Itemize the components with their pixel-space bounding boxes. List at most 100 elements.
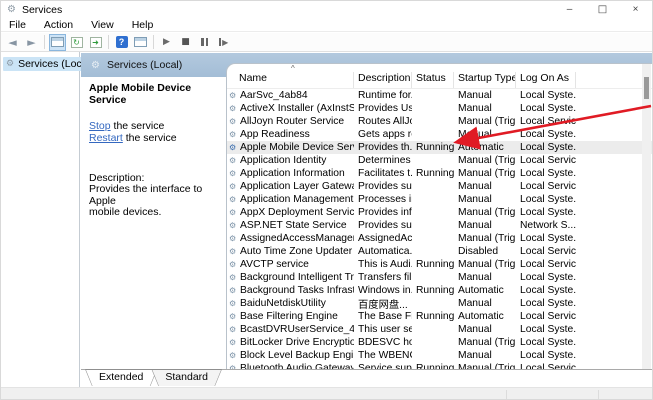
service-gear-icon: ⚙	[227, 351, 240, 360]
service-gear-icon: ⚙	[227, 117, 240, 126]
service-log-on-as: Local Syste...	[516, 194, 576, 205]
service-startup-type: Disabled	[454, 246, 516, 257]
table-row[interactable]: ⚙ ActiveX Installer (AxInstSV) Provides …	[227, 102, 653, 115]
column-header-status[interactable]: Status	[412, 72, 454, 88]
stop-service-text: the service	[111, 120, 165, 132]
table-row[interactable]: ⚙ AssignedAccessManager Se... AssignedAc…	[227, 232, 653, 245]
show-console-tree-button[interactable]	[49, 34, 66, 51]
refresh-button[interactable]: ↻	[68, 34, 85, 51]
table-row[interactable]: ⚙ Background Tasks Infrastruc... Windows…	[227, 284, 653, 297]
window-controls: – □ ×	[553, 1, 652, 18]
table-row[interactable]: ⚙ BaiduNetdiskUtility 百度网盘... Manual Loc…	[227, 297, 653, 310]
description-line: Provides the interface to Apple	[89, 184, 218, 207]
column-header-startup-type[interactable]: Startup Type	[454, 72, 516, 88]
service-name: AppX Deployment Service (...	[240, 207, 354, 218]
title-bar: ⚙ Services – □ ×	[1, 1, 652, 18]
show-action-pane-button[interactable]	[132, 34, 149, 51]
table-row[interactable]: ⚙ Base Filtering Engine The Base Fil... …	[227, 310, 653, 323]
status-separator	[506, 390, 507, 400]
restart-service-button[interactable]: ▶	[215, 34, 232, 51]
column-header-name[interactable]: Name	[227, 72, 354, 88]
table-row[interactable]: ⚙ AppX Deployment Service (... Provides …	[227, 206, 653, 219]
service-log-on-as: Local Syste...	[516, 129, 576, 140]
service-status: Running	[412, 168, 454, 179]
service-gear-icon: ⚙	[227, 273, 240, 282]
tab-standard-label: Standard	[151, 369, 222, 383]
scrollbar-thumb[interactable]	[644, 77, 649, 99]
table-row[interactable]: ⚙ Application Layer Gateway ... Provides…	[227, 180, 653, 193]
service-log-on-as: Network S...	[516, 220, 576, 231]
tab-extended[interactable]: Extended	[85, 369, 157, 386]
tab-standard[interactable]: Standard	[151, 369, 222, 386]
export-list-button[interactable]: ➜	[87, 34, 104, 51]
service-log-on-as: Local Service	[516, 259, 576, 270]
service-log-on-as: Local Syste...	[516, 142, 576, 153]
menu-help[interactable]: Help	[123, 19, 163, 31]
close-button[interactable]: ×	[619, 1, 652, 18]
stop-service-button[interactable]: ■	[177, 34, 194, 51]
service-description: The WBENG...	[354, 350, 412, 361]
table-row[interactable]: ⚙ Background Intelligent Tran... Transfe…	[227, 271, 653, 284]
stop-service-link[interactable]: Stop	[89, 120, 111, 132]
service-startup-type: Automatic	[454, 285, 516, 296]
table-row[interactable]: ⚙ App Readiness Gets apps re... Manual L…	[227, 128, 653, 141]
service-description: Processes in...	[354, 194, 412, 205]
service-description: Provides inf...	[354, 207, 412, 218]
stop-icon: ■	[181, 37, 190, 47]
menu-file[interactable]: File	[1, 19, 35, 31]
service-log-on-as: Local Syste...	[516, 233, 576, 244]
service-description: Provides Us...	[354, 103, 412, 114]
service-startup-type: Manual	[454, 272, 516, 283]
table-row[interactable]: ⚙ AarSvc_4ab84 Runtime for... Manual Loc…	[227, 89, 653, 102]
service-startup-type: Manual (Trig...	[454, 155, 516, 166]
service-description: The Base Fil...	[354, 311, 412, 322]
service-name: Application Management	[240, 194, 354, 205]
table-row[interactable]: ⚙ Apple Mobile Device Service Provides t…	[227, 141, 653, 154]
column-header-log-on-as[interactable]: Log On As	[516, 72, 576, 88]
table-row[interactable]: ⚙ BcastDVRUserService_4ab84 This user se…	[227, 323, 653, 336]
service-log-on-as: Local Service	[516, 116, 576, 127]
table-row[interactable]: ⚙ AVCTP service This is Audi... Running …	[227, 258, 653, 271]
column-header-description[interactable]: Description	[354, 72, 412, 88]
maximize-button[interactable]: □	[586, 1, 619, 18]
service-description: Windows in...	[354, 285, 412, 296]
restart-service-link[interactable]: Restart	[89, 132, 123, 144]
pause-icon	[201, 38, 208, 46]
back-button[interactable]: ◄	[4, 34, 21, 51]
service-startup-type: Manual	[454, 220, 516, 231]
service-gear-icon: ⚙	[227, 260, 240, 269]
service-description: AssignedAc...	[354, 233, 412, 244]
forward-arrow-icon: ►	[27, 36, 35, 49]
table-row[interactable]: ⚙ BitLocker Drive Encryption ... BDESVC …	[227, 336, 653, 349]
toolbar: ◄ ► ↻ ➜ ? ▶ ■ ▶	[1, 33, 652, 52]
service-gear-icon: ⚙	[227, 325, 240, 334]
help-button[interactable]: ?	[113, 34, 130, 51]
service-name: Application Information	[240, 168, 354, 179]
service-name: ActiveX Installer (AxInstSV)	[240, 103, 354, 114]
table-row[interactable]: ⚙ Block Level Backup Engine ... The WBEN…	[227, 349, 653, 362]
forward-button[interactable]: ►	[23, 34, 40, 51]
menu-view[interactable]: View	[82, 19, 123, 31]
table-row[interactable]: ⚙ Auto Time Zone Updater Automatica... D…	[227, 245, 653, 258]
minimize-button[interactable]: –	[553, 1, 586, 18]
service-gear-icon: ⚙	[227, 156, 240, 165]
panel-gear-icon: ⚙	[91, 60, 100, 71]
service-log-on-as: Local Syste...	[516, 337, 576, 348]
table-row[interactable]: ⚙ Application Identity Determines ... Ma…	[227, 154, 653, 167]
action-pane-icon	[134, 37, 147, 47]
table-row[interactable]: ⚙ ASP.NET State Service Provides su... M…	[227, 219, 653, 232]
service-gear-icon: ⚙	[227, 195, 240, 204]
table-row[interactable]: ⚙ Application Information Facilitates t.…	[227, 167, 653, 180]
table-row[interactable]: ⚙ AllJoyn Router Service Routes AllJo...…	[227, 115, 653, 128]
service-log-on-as: Local Service	[516, 311, 576, 322]
back-arrow-icon: ◄	[8, 36, 16, 49]
start-service-button[interactable]: ▶	[158, 34, 175, 51]
menu-action[interactable]: Action	[35, 19, 82, 31]
service-name: ASP.NET State Service	[240, 220, 354, 231]
vertical-scrollbar[interactable]	[642, 64, 651, 375]
console-tree-panel: ⚙ Services (Local)	[1, 52, 80, 387]
pause-service-button[interactable]	[196, 34, 213, 51]
tab-extended-label: Extended	[85, 369, 157, 383]
table-row[interactable]: ⚙ Application Management Processes in...…	[227, 193, 653, 206]
selected-service-title: Apple Mobile Device Service	[89, 82, 218, 106]
